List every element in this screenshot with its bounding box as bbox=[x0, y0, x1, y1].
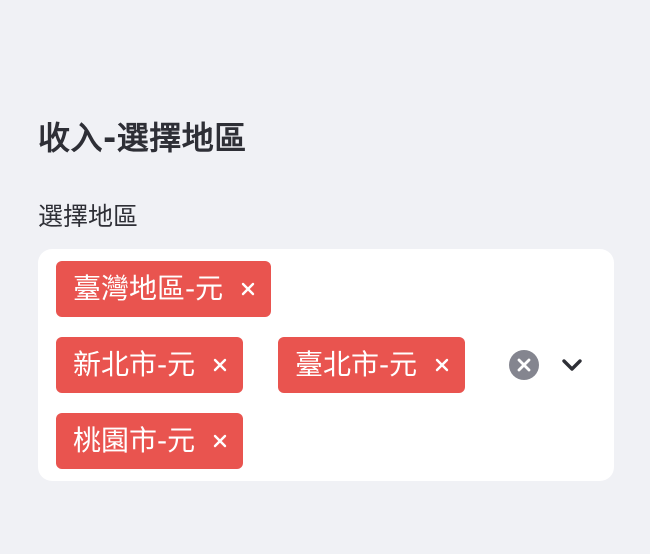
close-icon bbox=[241, 282, 255, 296]
close-icon bbox=[213, 358, 227, 372]
clear-all-button[interactable] bbox=[508, 349, 540, 381]
region-multi-select[interactable]: 臺灣地區-元 新北市-元 臺北市-元 桃園市-元 bbox=[38, 249, 614, 481]
remove-tag-button[interactable] bbox=[237, 278, 259, 300]
tag-label: 新北市-元 bbox=[73, 348, 196, 381]
remove-tag-button[interactable] bbox=[431, 354, 453, 376]
section-title: 收入-選擇地區 bbox=[38, 119, 247, 157]
selected-tag-taoyuan: 桃園市-元 bbox=[56, 413, 244, 469]
close-icon bbox=[435, 358, 449, 372]
dropdown-toggle-button[interactable] bbox=[556, 349, 588, 381]
selected-tag-taipei: 臺北市-元 bbox=[278, 337, 466, 393]
clear-circle-icon bbox=[509, 350, 539, 380]
remove-tag-button[interactable] bbox=[209, 354, 231, 376]
tag-label: 臺灣地區-元 bbox=[73, 272, 224, 305]
selected-tag-new-taipei: 新北市-元 bbox=[56, 337, 244, 393]
tag-label: 臺北市-元 bbox=[295, 348, 418, 381]
tag-label: 桃園市-元 bbox=[73, 424, 196, 457]
region-select-label: 選擇地區 bbox=[38, 202, 139, 231]
remove-tag-button[interactable] bbox=[209, 430, 231, 452]
chevron-down-icon bbox=[562, 359, 582, 371]
selected-tag-taiwan-region: 臺灣地區-元 bbox=[56, 261, 272, 317]
close-icon bbox=[213, 434, 227, 448]
